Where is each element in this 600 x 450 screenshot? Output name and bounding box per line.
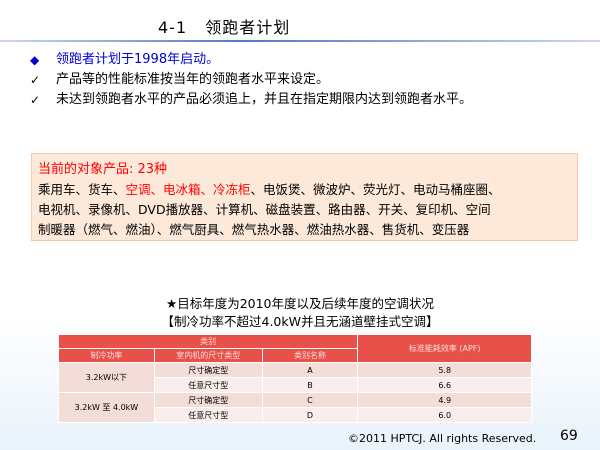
- cell-type: 任意尺寸型: [153, 377, 263, 393]
- header-category: 类别: [57, 334, 359, 349]
- table-subtitle: 【制冷功率不超过4.0kW并且无涵道壁挂式空调】: [161, 314, 439, 329]
- copyright-notice: ©2011 HPTCJ. All rights Reserved.: [348, 432, 537, 445]
- table-row: 3.2kW以下 尺寸确定型 A 5.8: [58, 362, 532, 393]
- highlighted-products: 空调、电冰箱、冷冻柜: [125, 182, 251, 197]
- cell-power: 3.2kW以下: [58, 362, 155, 393]
- cell-category: C: [261, 392, 359, 408]
- products-text: 乘用车、货车、: [38, 182, 126, 197]
- products-line: 乘用车、货车、空调、电冰箱、冷冻柜、电饭煲、微波炉、荧光灯、电动马桶座圈、: [38, 180, 571, 200]
- products-text: 、电饭煲、微波炉、荧光灯、电动马桶座圈、: [250, 182, 501, 197]
- cell-category: A: [261, 362, 359, 378]
- bullet-list: ◆ 领跑者计划于1998年启动。 ✓ 产品等的性能标准按当年的领跑者水平来设定。…: [30, 50, 595, 110]
- apf-standards-table: 类别 标准能耗效率 (APF) 制冷功率 室内机的尺寸类型 类别名称 3.2kW…: [57, 334, 532, 423]
- cell-apf: 6.6: [357, 377, 532, 393]
- products-line: 制暖器（燃气、燃油）、燃气厨具、燃气热水器、燃油热水器、售货机、变压器: [38, 222, 470, 237]
- diamond-bullet-icon: ◆: [30, 53, 40, 67]
- header-category-name: 类别名称: [261, 348, 359, 363]
- header-power: 制冷功率: [58, 348, 155, 363]
- cell-category: D: [261, 407, 359, 423]
- title-divider: [0, 40, 600, 42]
- cell-apf: 4.9: [357, 392, 532, 408]
- bullet-item: ✓ 未达到领跑者水平的产品必须追上，并且在指定期限内达到领跑者水平。: [30, 90, 595, 110]
- cell-apf: 5.8: [357, 362, 532, 378]
- checkmark-bullet-icon: ✓: [30, 73, 41, 87]
- products-line: 电视机、录像机、DVD播放器、计算机、磁盘装置、路由器、开关、复印机、空间: [38, 202, 491, 217]
- products-heading: 当前的对象产品: 23种: [38, 162, 168, 177]
- bullet-text: 未达到领跑者水平的产品必须追上，并且在指定期限内达到领跑者水平。: [56, 92, 473, 107]
- cell-type: 尺寸确定型: [153, 392, 263, 408]
- cell-power: 3.2kW 至 4.0kW: [58, 392, 155, 423]
- cell-apf: 6.0: [357, 407, 532, 423]
- checkmark-bullet-icon: ✓: [30, 93, 41, 107]
- bullet-item: ◆ 领跑者计划于1998年启动。: [30, 50, 595, 70]
- cell-type: 任意尺寸型: [153, 407, 263, 423]
- bullet-text: 领跑者计划于1998年启动。: [56, 52, 220, 67]
- target-products-box: 当前的对象产品: 23种 乘用车、货车、空调、电冰箱、冷冻柜、电饭煲、微波炉、荧…: [31, 153, 578, 241]
- slide-title: 4-1 领跑者计划: [158, 14, 290, 38]
- table-title: ★目标年度为2010年度以及后续年度的空调状况: [165, 296, 435, 311]
- cell-category: B: [261, 377, 359, 393]
- cell-type: 尺寸确定型: [153, 362, 263, 378]
- slide: 4-1 领跑者计划 ◆ 领跑者计划于1998年启动。 ✓ 产品等的性能标准按当年…: [0, 0, 600, 450]
- header-indoor-size: 室内机的尺寸类型: [153, 348, 263, 363]
- table-header-row: 类别 标准能耗效率 (APF): [57, 334, 532, 363]
- table-row: 3.2kW 至 4.0kW 尺寸确定型 C 4.9: [58, 392, 532, 423]
- page-number: 69: [560, 428, 578, 444]
- section-number: 4-1: [158, 18, 188, 37]
- title-text: 领跑者计划: [205, 18, 291, 37]
- header-apf: 标准能耗效率 (APF): [357, 334, 532, 363]
- bullet-item: ✓ 产品等的性能标准按当年的领跑者水平来设定。: [30, 70, 595, 90]
- bullet-text: 产品等的性能标准按当年的领跑者水平来设定。: [56, 72, 330, 87]
